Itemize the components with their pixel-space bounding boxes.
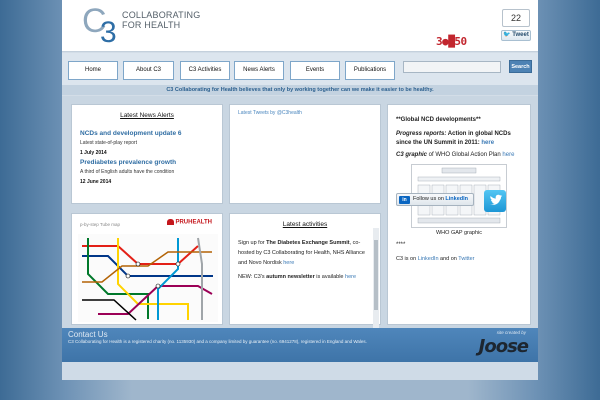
progress-link[interactable]: here bbox=[481, 140, 494, 146]
social-twitter-link[interactable]: Twitter bbox=[458, 256, 474, 262]
news-item-subtitle: A third of English adults have the condi… bbox=[80, 169, 175, 175]
progress-label: Progress reports: bbox=[396, 131, 447, 137]
c3-graphic-line: C3 graphic of WHO Global Action Plan her… bbox=[396, 152, 522, 158]
nav-events[interactable]: Events bbox=[290, 61, 340, 80]
activity-summit-link[interactable]: here bbox=[283, 260, 294, 266]
activity-newsletter-name: autumn newsletter bbox=[266, 274, 315, 280]
search-button[interactable]: Search bbox=[509, 60, 532, 73]
logo-line1: COLLABORATING bbox=[122, 10, 201, 20]
social-line: C3 is on LinkedIn and on Twitter bbox=[396, 256, 522, 262]
progress-reports: Progress reports: Action in global NCDs … bbox=[396, 130, 522, 148]
linkedin-word: LinkedIn bbox=[445, 196, 469, 202]
news-item-date: 1 July 2014 bbox=[80, 150, 107, 156]
social-linkedin-link[interactable]: LinkedIn bbox=[418, 256, 439, 262]
right-column-body: **Global NCD developments** Progress rep… bbox=[388, 105, 530, 262]
logo-3: 3 bbox=[100, 16, 117, 49]
activity-newsletter: NEW: C3's autumn newsletter is available… bbox=[238, 272, 372, 282]
graphic-label: C3 graphic bbox=[396, 152, 428, 158]
contact-us-link[interactable]: Contact Us bbox=[68, 330, 108, 339]
news-item: NCDs and development update 6 Latest sta… bbox=[80, 130, 214, 156]
activities-body: Sign up for The Diabetes Exchange Summit… bbox=[230, 228, 380, 282]
site-footer: Contact Us C3 Collaborating for Health i… bbox=[62, 328, 538, 362]
content-area: Latest News Alerts NCDs and development … bbox=[62, 96, 538, 330]
tube-map-panel[interactable]: p-by-step Tube map PRUHEALTH bbox=[71, 213, 223, 325]
twitter-bird-icon: 🐦 bbox=[503, 32, 511, 38]
news-item-title[interactable]: Prediabetes prevalence growth bbox=[80, 159, 214, 166]
news-panel-title[interactable]: Latest News Alerts bbox=[72, 112, 222, 119]
follow-label: Follow us on bbox=[413, 196, 446, 202]
page-container: C 3 COLLABORATING FOR HEALTH 22 🐦 Tweet … bbox=[62, 0, 538, 380]
site-header: C 3 COLLABORATING FOR HEALTH 22 🐦 Tweet … bbox=[62, 0, 538, 52]
tweet-button[interactable]: 🐦 Tweet bbox=[501, 30, 531, 41]
scroll-thumb[interactable] bbox=[374, 240, 378, 310]
logo-text: COLLABORATING FOR HEALTH bbox=[122, 10, 200, 30]
tweets-panel: Latest Tweets by @C3health bbox=[229, 104, 381, 204]
pruhealth-icon bbox=[167, 219, 175, 225]
news-item-date: 12 June 2014 bbox=[80, 179, 112, 185]
nav-c3-activities[interactable]: C3 Activities bbox=[180, 61, 230, 80]
news-item-title[interactable]: NCDs and development update 6 bbox=[80, 130, 214, 137]
social-text: and on bbox=[438, 256, 459, 262]
latest-tweets-link[interactable]: Latest Tweets by @C3health bbox=[230, 105, 380, 121]
legal-text: C3 Collaborating for Health is a registe… bbox=[68, 339, 367, 344]
nav-publications[interactable]: Publications bbox=[345, 61, 395, 80]
site-credit-label: site created by bbox=[496, 330, 526, 335]
c3-logo-mark: C 3 bbox=[82, 2, 120, 49]
news-panel: Latest News Alerts NCDs and development … bbox=[71, 104, 223, 204]
news-item: Prediabetes prevalence growth A third of… bbox=[80, 159, 214, 185]
c3-logo[interactable]: C 3 COLLABORATING FOR HEALTH bbox=[82, 2, 200, 49]
activity-summit-name: The Diabetes Exchange Summit bbox=[266, 240, 350, 246]
linkedin-icon: in bbox=[399, 196, 410, 204]
twitter-icon[interactable] bbox=[484, 190, 506, 212]
social-text: C3 is on bbox=[396, 256, 418, 262]
activity-text: NEW: C3's bbox=[238, 274, 267, 280]
nav-news-alerts[interactable]: News Alerts bbox=[234, 61, 284, 80]
activities-panel: Latest activities Sign up for The Diabet… bbox=[229, 213, 381, 330]
logo-line2: FOR HEALTH bbox=[122, 20, 181, 30]
main-nav: Home About C3 C3 Activities News Alerts … bbox=[62, 53, 538, 85]
twitter-bird-svg bbox=[489, 194, 502, 205]
joose-logo[interactable]: Joose bbox=[479, 336, 529, 357]
search-input[interactable] bbox=[403, 61, 501, 73]
graphic-text: of WHO Global Action Plan bbox=[427, 152, 503, 158]
activity-newsletter-link[interactable]: here bbox=[345, 274, 356, 280]
tube-map-image bbox=[78, 234, 218, 322]
bottom-strip bbox=[62, 362, 538, 380]
nav-home[interactable]: Home bbox=[68, 61, 118, 80]
tweet-label: Tweet bbox=[512, 32, 529, 38]
right-column-panel: **Global NCD developments** Progress rep… bbox=[387, 104, 531, 325]
follow-linkedin-button[interactable]: in Follow us on LinkedIn bbox=[396, 193, 474, 206]
map-header: p-by-step Tube map PRUHEALTH bbox=[72, 214, 222, 228]
global-ncd-heading: **Global NCD developments** bbox=[396, 117, 481, 123]
news-list: NCDs and development update 6 Latest sta… bbox=[72, 119, 222, 185]
tweet-count: 22 bbox=[502, 9, 530, 27]
activity-text: is available bbox=[314, 274, 346, 280]
activities-scrollbar[interactable] bbox=[373, 228, 379, 330]
map-caption: p-by-step Tube map bbox=[80, 222, 121, 227]
graphic-link[interactable]: here bbox=[502, 152, 514, 158]
activity-text: Sign up for bbox=[238, 240, 267, 246]
who-gap-caption: WHO GAP graphic bbox=[435, 230, 483, 236]
news-item-subtitle: Latest state-of-play report bbox=[80, 140, 137, 146]
activities-panel-title[interactable]: Latest activities bbox=[230, 221, 380, 228]
activity-summit: Sign up for The Diabetes Exchange Summit… bbox=[238, 238, 372, 268]
nav-about-c3[interactable]: About C3 bbox=[123, 61, 174, 80]
pruhealth-text: PRUHEALTH bbox=[175, 219, 212, 226]
stars-separator: **** bbox=[396, 242, 406, 248]
campaign-3050-badge[interactable]: 3●█50 bbox=[436, 36, 496, 48]
pruhealth-logo: PRUHEALTH bbox=[167, 219, 212, 226]
site-tagline: C3 Collaborating for Health believes tha… bbox=[62, 85, 538, 95]
